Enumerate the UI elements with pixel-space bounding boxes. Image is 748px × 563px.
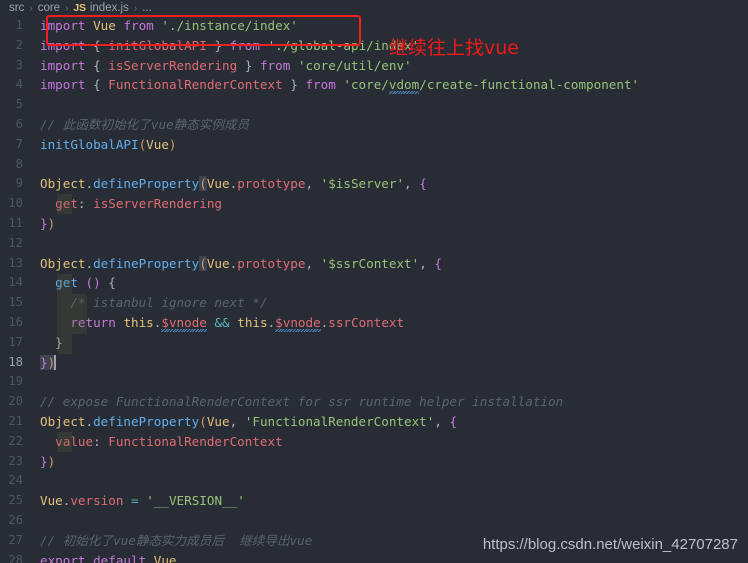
code-line[interactable]: 1 import Vue from './instance/index' — [0, 16, 748, 36]
line-content-comment[interactable]: // 此函数初始化了vue静态实例成员 — [40, 115, 249, 135]
line-content-comment[interactable]: // 初始化了vue静态实力成员后 继续导出vue — [40, 531, 312, 551]
line-content[interactable]: import Vue from './instance/index' — [40, 16, 298, 36]
code-line[interactable]: 2 import { initGlobalAPI } from './globa… — [0, 36, 748, 56]
line-number-active: 18 — [8, 354, 23, 369]
code-line[interactable]: 5 — [0, 95, 748, 115]
line-number: 8 — [15, 156, 23, 171]
line-content[interactable]: value: FunctionalRenderContext — [40, 432, 283, 452]
line-content[interactable]: }) — [40, 214, 55, 234]
code-line[interactable]: 19 — [0, 372, 748, 392]
line-number: 14 — [8, 275, 23, 290]
line-content[interactable]: export default Vue — [40, 551, 177, 563]
code-line-active[interactable]: 18 }) — [0, 353, 748, 373]
line-number: 13 — [8, 255, 23, 270]
breadcrumb-separator-icon: › — [65, 2, 69, 14]
breadcrumb-item-overflow[interactable]: ... — [142, 2, 152, 14]
line-content[interactable]: get () { — [40, 273, 116, 293]
watermark-url: https://blog.csdn.net/weixin_42707287 — [482, 536, 738, 553]
line-content[interactable]: Object.defineProperty(Vue.prototype, '$s… — [40, 254, 442, 274]
line-content[interactable]: import { FunctionalRenderContext } from … — [40, 75, 639, 95]
line-content[interactable]: }) — [40, 353, 56, 373]
code-lines[interactable]: 1 import Vue from './instance/index' 2 i… — [0, 16, 748, 563]
line-number: 2 — [15, 37, 23, 52]
code-line[interactable]: 14 get () { — [0, 273, 748, 293]
line-content[interactable]: Vue.version = '__VERSION__' — [40, 491, 245, 511]
line-content[interactable]: return this.$vnode && this.$vnode.ssrCon… — [40, 313, 404, 333]
line-content[interactable]: } — [40, 333, 63, 353]
line-number: 4 — [15, 77, 23, 92]
line-number: 16 — [8, 314, 23, 329]
line-number: 22 — [8, 433, 23, 448]
line-content-comment[interactable]: /* istanbul ignore next */ — [40, 293, 267, 313]
code-line[interactable]: 4 import { FunctionalRenderContext } fro… — [0, 75, 748, 95]
line-number: 28 — [8, 552, 23, 563]
line-number: 27 — [8, 532, 23, 547]
code-line[interactable]: 22 value: FunctionalRenderContext — [0, 432, 748, 452]
breadcrumb-item-core[interactable]: core — [38, 2, 60, 14]
line-content[interactable]: import { isServerRendering } from 'core/… — [40, 56, 412, 76]
line-number: 1 — [15, 18, 23, 32]
code-line[interactable]: 12 — [0, 234, 748, 254]
line-content[interactable]: Object.defineProperty(Vue, 'FunctionalRe… — [40, 412, 457, 432]
line-number: 3 — [15, 57, 23, 72]
line-number: 7 — [15, 136, 23, 151]
line-number: 5 — [15, 97, 23, 112]
code-line[interactable]: 23 }) — [0, 452, 748, 472]
code-line[interactable]: 17 } — [0, 333, 748, 353]
line-number: 12 — [8, 235, 23, 250]
breadcrumb-item-index-js[interactable]: index.js — [90, 2, 129, 14]
line-number: 25 — [8, 493, 23, 508]
breadcrumb-item-src[interactable]: src — [9, 2, 24, 14]
line-content[interactable]: get: isServerRendering — [40, 194, 222, 214]
code-line[interactable]: 20 // expose FunctionalRenderContext for… — [0, 392, 748, 412]
line-number: 20 — [8, 394, 23, 409]
vscode-editor-window: src › core › JS index.js › ... 1 import … — [0, 0, 748, 563]
line-content-comment[interactable]: // expose FunctionalRenderContext for ss… — [40, 392, 563, 412]
code-line[interactable]: 13 Object.defineProperty(Vue.prototype, … — [0, 254, 748, 274]
line-content[interactable]: initGlobalAPI(Vue) — [40, 135, 177, 155]
text-cursor — [54, 354, 56, 370]
line-content[interactable]: Object.defineProperty(Vue.prototype, '$i… — [40, 174, 427, 194]
line-number: 15 — [8, 295, 23, 310]
code-line[interactable]: 3 import { isServerRendering } from 'cor… — [0, 56, 748, 76]
code-line[interactable]: 15 /* istanbul ignore next */ — [0, 293, 748, 313]
code-line[interactable]: 8 — [0, 155, 748, 175]
code-line[interactable]: 26 — [0, 511, 748, 531]
line-number: 10 — [8, 196, 23, 211]
breadcrumb-separator-icon: › — [133, 2, 138, 14]
line-content[interactable]: }) — [40, 452, 55, 472]
line-number: 26 — [8, 512, 23, 527]
code-line[interactable]: 6 // 此函数初始化了vue静态实例成员 — [0, 115, 748, 135]
line-number: 21 — [8, 413, 23, 428]
code-line[interactable]: 16 return this.$vnode && this.$vnode.ssr… — [0, 313, 748, 333]
line-number: 17 — [8, 334, 23, 349]
code-line[interactable]: 7 initGlobalAPI(Vue) — [0, 135, 748, 155]
code-line[interactable]: 25 Vue.version = '__VERSION__' — [0, 491, 748, 511]
line-number: 9 — [15, 176, 23, 191]
code-line[interactable]: 24 — [0, 471, 748, 491]
js-file-icon: JS — [73, 2, 86, 14]
line-number: 23 — [8, 453, 23, 468]
breadcrumb[interactable]: src › core › JS index.js › ... — [0, 0, 748, 16]
line-number: 6 — [15, 116, 23, 131]
breadcrumb-separator-icon: › — [29, 2, 33, 14]
code-editor[interactable]: 1 import Vue from './instance/index' 2 i… — [0, 16, 748, 563]
code-line[interactable]: 9 Object.defineProperty(Vue.prototype, '… — [0, 174, 748, 194]
code-line[interactable]: 11 }) — [0, 214, 748, 234]
code-line[interactable]: 21 Object.defineProperty(Vue, 'Functiona… — [0, 412, 748, 432]
line-number: 24 — [8, 473, 23, 488]
line-content[interactable]: import { initGlobalAPI } from './global-… — [40, 36, 419, 56]
line-number: 19 — [8, 374, 23, 389]
code-line[interactable]: 10 get: isServerRendering — [0, 194, 748, 214]
line-number: 11 — [8, 215, 23, 230]
